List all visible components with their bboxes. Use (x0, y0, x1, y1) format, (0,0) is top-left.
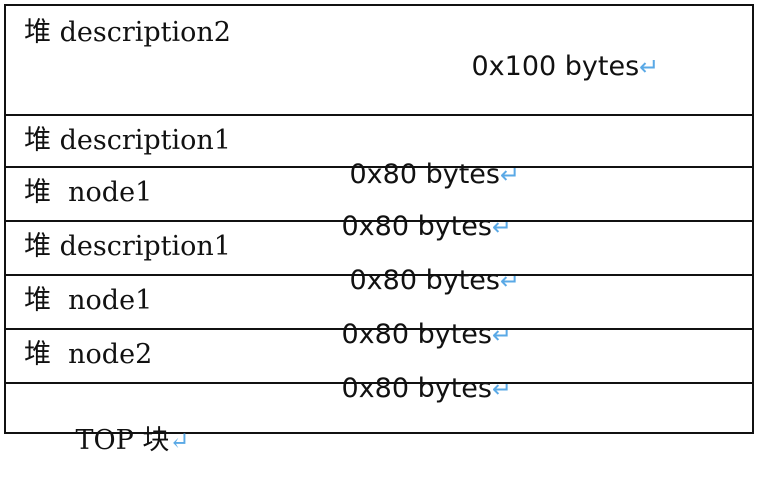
row-name: 堆 description1 (24, 231, 231, 262)
row-name: 堆 description2 (24, 17, 231, 48)
return-icon: ↵ (169, 427, 190, 455)
return-icon: ↵ (639, 53, 660, 81)
footer-label-text: TOP 块 (75, 425, 170, 456)
row-name: 堆 description1 (24, 125, 231, 156)
table-row: 堆 description1 0x80 bytes↵ (6, 220, 752, 296)
row-size: 0x100 bytes↵ (420, 16, 660, 118)
table-footer-row: TOP 块↵ (6, 382, 752, 456)
memory-layout-table: 堆 description2 0x100 bytes↵ 堆 descriptio… (4, 4, 754, 456)
table-row: 堆 node1 0x80 bytes↵ (6, 166, 752, 242)
table-row: 堆 description1 0x80 bytes↵ (6, 114, 752, 190)
row-size-text: 0x100 bytes (471, 51, 640, 82)
footer-label: TOP 块↵ (24, 390, 190, 492)
row-name: 堆 node2 (24, 339, 153, 370)
table-row: 堆 node1 0x80 bytes↵ (6, 274, 752, 350)
row-name: 堆 node1 (24, 285, 153, 316)
table-row: 堆 description2 0x100 bytes↵ (6, 6, 752, 114)
table-row: 堆 node2 0x80 bytes↵ (6, 328, 752, 404)
row-name: 堆 node1 (24, 177, 153, 208)
